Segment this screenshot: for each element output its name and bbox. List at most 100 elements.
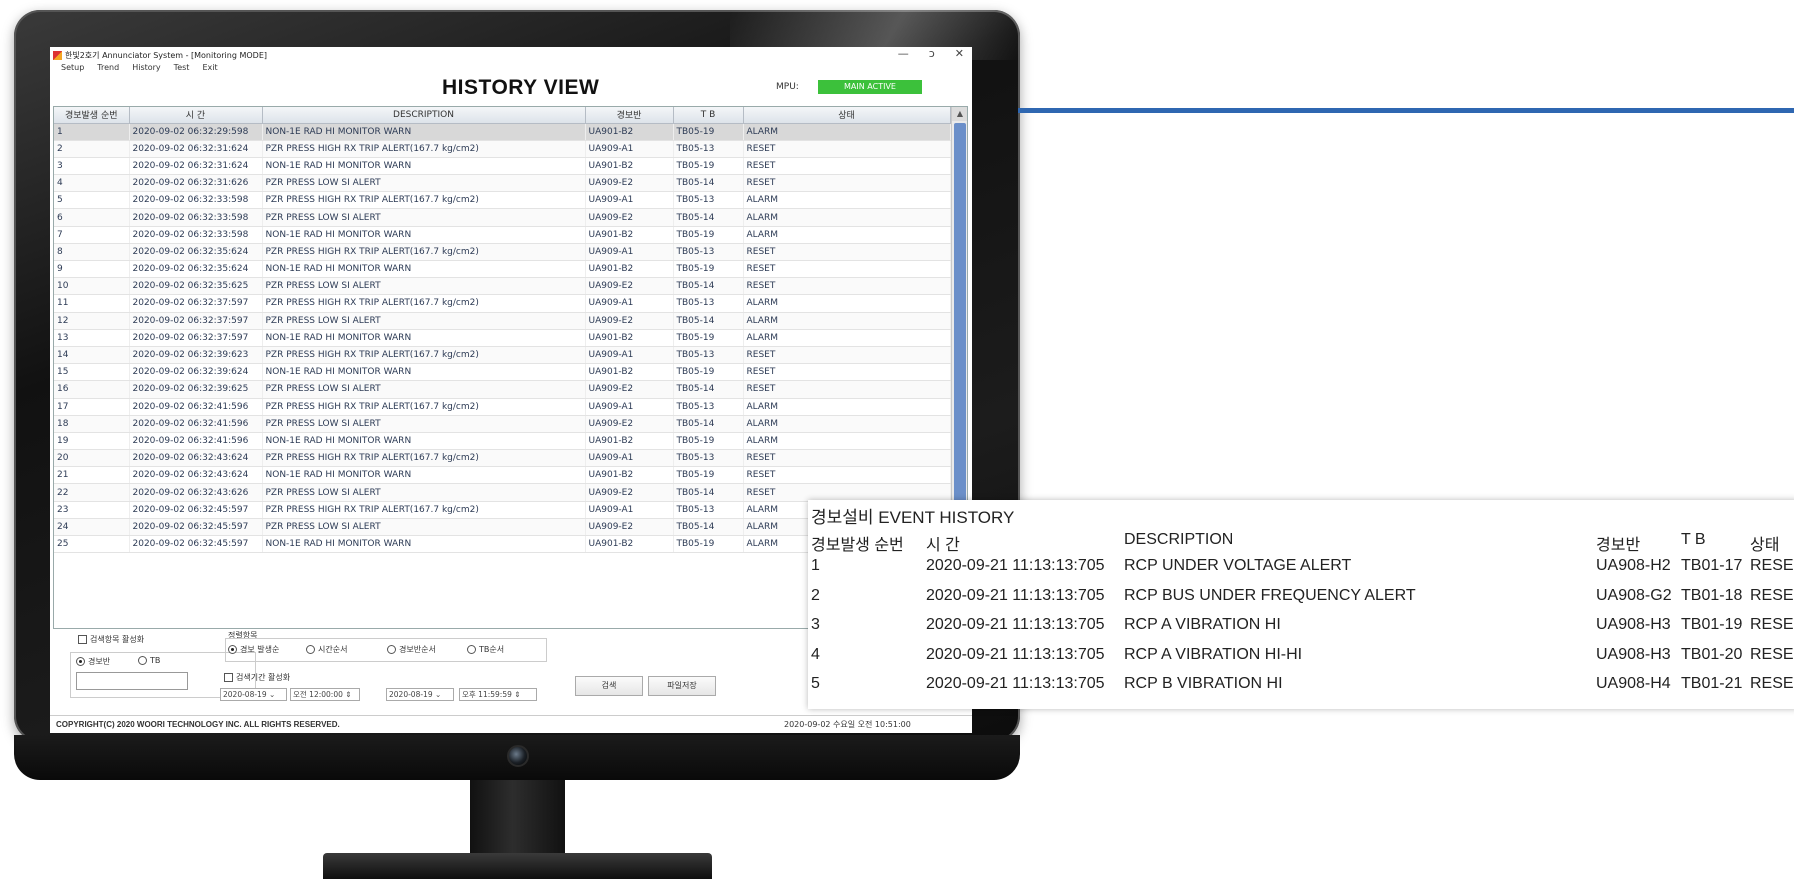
table-row[interactable]: 12 2020-09-02 06:32:37:597 PZR PRESS LOW S… xyxy=(54,312,951,330)
radio-panel[interactable] xyxy=(76,657,85,666)
menu-trend[interactable]: Trend xyxy=(97,63,119,75)
col-header-panel[interactable]: 경보반 xyxy=(585,107,674,124)
cell-tb: TB05-14 xyxy=(673,208,744,227)
start-time-picker[interactable]: 오전 12:00:00 ⇕ xyxy=(290,688,360,701)
table-row[interactable]: 3 2020-09-02 06:32:31:624 NON-1E RAD HI MO… xyxy=(54,157,951,176)
scroll-up-icon[interactable]: ▲ xyxy=(952,107,967,121)
menu-exit[interactable]: Exit xyxy=(202,63,217,75)
table-row[interactable]: 22 2020-09-02 06:32:43:626 PZR PRESS LOW S… xyxy=(54,483,951,502)
table-row[interactable]: 1 2020-09-02 06:32:29:598 NON-1E RAD HI MO… xyxy=(54,123,951,141)
close-icon[interactable]: ✕ xyxy=(955,47,964,60)
cell-description: PZR PRESS LOW SI ALERT xyxy=(262,415,586,433)
sort-option-tb[interactable]: TB순서 xyxy=(467,644,504,655)
table-row[interactable]: 6 2020-09-02 06:32:33:598 PZR PRESS LOW SI… xyxy=(54,208,951,227)
menu-setup[interactable]: Setup xyxy=(61,63,84,75)
cell-seq: 12 xyxy=(54,312,130,330)
table-row[interactable]: 21 2020-09-02 06:32:43:624 NON-1E RAD HI M… xyxy=(54,466,951,485)
start-date-picker[interactable]: 2020-08-19 ⌄ xyxy=(220,688,287,701)
cell-status: ALARM xyxy=(743,398,951,416)
cell-tb: TB05-19 xyxy=(673,535,744,554)
sort-option-panel[interactable]: 경보반순서 xyxy=(387,644,436,655)
cell-time: 2020-09-02 06:32:29:598 xyxy=(129,123,263,141)
window-controls: — ɔ ✕ xyxy=(898,47,964,60)
table-row[interactable]: 10 2020-09-02 06:32:35:625 PZR PRESS LOW S… xyxy=(54,277,951,296)
cell-seq: 21 xyxy=(54,466,130,485)
table-row[interactable]: 18 2020-09-02 06:32:41:596 PZR PRESS LOW S… xyxy=(54,415,951,433)
end-date-picker[interactable]: 2020-08-19 ⌄ xyxy=(386,688,454,701)
ev-cell-time: 2020-09-21 11:13:13:705 xyxy=(926,557,1105,574)
table-row[interactable]: 15 2020-09-02 06:32:39:624 NON-1E RAD HI M… xyxy=(54,363,951,382)
cell-tb: TB05-13 xyxy=(673,191,744,210)
search-button[interactable]: 검색 xyxy=(575,676,643,696)
cell-description: PZR PRESS HIGH RX TRIP ALERT(167.7 kg/cm… xyxy=(262,501,586,519)
table-row[interactable]: 9 2020-09-02 06:32:35:624 NON-1E RAD HI MO… xyxy=(54,260,951,279)
search-keyword-input[interactable] xyxy=(76,672,188,690)
sort-radio-tb[interactable] xyxy=(467,645,476,654)
list-item[interactable]: 5 2020-09-21 11:13:13:705 RCP B VIBRATION … xyxy=(808,673,1794,702)
col-header-description[interactable]: DESCRIPTION xyxy=(262,107,586,124)
table-row[interactable]: 19 2020-09-02 06:32:41:596 NON-1E RAD HI M… xyxy=(54,432,951,451)
table-row[interactable]: 13 2020-09-02 06:32:37:597 NON-1E RAD HI M… xyxy=(54,329,951,347)
cell-status: ALARM xyxy=(743,191,951,210)
table-row[interactable]: 20 2020-09-02 06:32:43:624 PZR PRESS HIGH … xyxy=(54,449,951,468)
sort-option-occurrence[interactable]: 경보 발생순 xyxy=(228,644,279,655)
list-item[interactable]: 1 2020-09-21 11:13:13:705 RCP UNDER VOLTAG… xyxy=(808,555,1794,584)
radio-tb-option[interactable]: TB xyxy=(138,656,160,665)
ev-cell-description: RCP B VIBRATION HI xyxy=(1124,675,1283,692)
page-title: HISTORY VIEW xyxy=(442,76,600,99)
search-enable-option[interactable]: 검색항목 활성화 xyxy=(78,634,144,645)
sort-radio-panel[interactable] xyxy=(387,645,396,654)
table-row[interactable]: 4 2020-09-02 06:32:31:626 PZR PRESS LOW SI… xyxy=(54,174,951,193)
save-file-button[interactable]: 파일저장 xyxy=(648,676,716,696)
list-item[interactable]: 4 2020-09-21 11:13:13:705 RCP A VIBRATION … xyxy=(808,644,1794,673)
mpu-label: MPU: xyxy=(776,82,799,92)
sort-option-time[interactable]: 시간순서 xyxy=(306,644,347,655)
table-row[interactable]: 8 2020-09-02 06:32:35:624 PZR PRESS HIGH R… xyxy=(54,243,951,262)
cell-status: RESET xyxy=(743,174,951,193)
table-row[interactable]: 7 2020-09-02 06:32:33:598 NON-1E RAD HI MO… xyxy=(54,226,951,244)
search-enable-checkbox[interactable] xyxy=(78,635,87,644)
period-enable-checkbox[interactable] xyxy=(224,673,233,682)
cell-panel: UA901-B2 xyxy=(585,226,674,244)
restore-icon[interactable]: ɔ xyxy=(929,47,935,60)
sort-radio-time[interactable] xyxy=(306,645,315,654)
menu-history[interactable]: History xyxy=(132,63,160,75)
cell-status: RESET xyxy=(743,449,951,468)
table-row[interactable]: 14 2020-09-02 06:32:39:623 PZR PRESS HIGH … xyxy=(54,346,951,365)
table-row[interactable]: 2 2020-09-02 06:32:31:624 PZR PRESS HIGH R… xyxy=(54,140,951,158)
scroll-thumb[interactable] xyxy=(954,123,966,503)
menu-test[interactable]: Test xyxy=(174,63,190,75)
col-header-time[interactable]: 시 간 xyxy=(129,107,263,124)
end-time-picker[interactable]: 오후 11:59:59 ⇕ xyxy=(459,688,537,701)
cell-time: 2020-09-02 06:32:31:626 xyxy=(129,174,263,193)
cell-panel: UA909-E2 xyxy=(585,483,674,502)
col-header-tb[interactable]: T B xyxy=(673,107,744,124)
cell-tb: TB05-14 xyxy=(673,277,744,296)
table-row[interactable]: 11 2020-09-02 06:32:37:597 PZR PRESS HIGH … xyxy=(54,294,951,313)
cell-panel: UA909-A1 xyxy=(585,191,674,210)
col-header-seq[interactable]: 경보발생 순번 xyxy=(54,107,130,124)
status-bar: COPYRIGHT(C) 2020 WOORI TECHNOLOGY INC. … xyxy=(50,715,972,733)
table-row[interactable]: 17 2020-09-02 06:32:41:596 PZR PRESS HIGH … xyxy=(54,398,951,416)
period-enable-option[interactable]: 검색기간 활성화 xyxy=(224,672,290,683)
cell-description: NON-1E RAD HI MONITOR WARN xyxy=(262,123,586,141)
minimize-icon[interactable]: — xyxy=(898,47,909,60)
table-row[interactable]: 5 2020-09-02 06:32:33:598 PZR PRESS HIGH R… xyxy=(54,191,951,210)
radio-tb[interactable] xyxy=(138,656,147,665)
cell-tb: TB05-14 xyxy=(673,518,744,537)
cell-seq: 2 xyxy=(54,140,130,158)
cell-description: PZR PRESS HIGH RX TRIP ALERT(167.7 kg/cm… xyxy=(262,140,586,158)
sort-radio-occurrence[interactable] xyxy=(228,645,237,654)
list-item[interactable]: 3 2020-09-21 11:13:13:705 RCP A VIBRATION … xyxy=(808,614,1794,643)
cell-time: 2020-09-02 06:32:31:624 xyxy=(129,157,263,176)
cell-seq: 19 xyxy=(54,432,130,451)
cell-seq: 13 xyxy=(54,329,130,347)
ev-cell-description: RCP BUS UNDER FREQUENCY ALERT xyxy=(1124,586,1416,604)
cell-description: NON-1E RAD HI MONITOR WARN xyxy=(262,363,586,382)
list-item[interactable]: 2 2020-09-21 11:13:13:705 RCP BUS UNDER FR… xyxy=(808,585,1794,614)
table-row[interactable]: 16 2020-09-02 06:32:39:625 PZR PRESS LOW S… xyxy=(54,380,951,399)
sort-option-label: 시간순서 xyxy=(318,645,348,654)
col-header-status[interactable]: 상태 xyxy=(743,107,951,124)
current-datetime: 2020-09-02 수요일 오전 10:51:00 xyxy=(784,720,911,729)
radio-panel-option[interactable]: 경보반 xyxy=(76,656,110,667)
